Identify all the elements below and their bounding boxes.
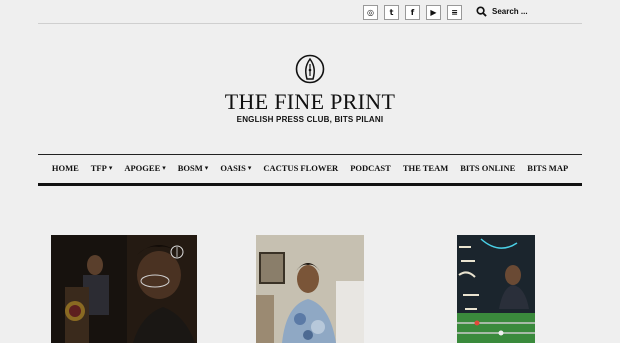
post-thumbnail [457,235,535,343]
nav-item-bits-online[interactable]: BITS ONLINE [460,163,515,173]
site-logo[interactable] [0,54,620,84]
nav-item-cactus-flower[interactable]: CACTUS FLOWER [263,163,338,173]
site-subtitle: ENGLISH PRESS CLUB, BITS PILANI [236,115,384,124]
chevron-down-icon[interactable]: ▾ [109,164,113,172]
nav-item-label: OASIS [220,163,246,173]
nav-item-podcast[interactable]: PODCAST [350,163,391,173]
nav-item-tfp[interactable]: TFP ▾ [91,163,113,173]
search-icon[interactable] [476,6,487,17]
nav-item-bosm[interactable]: BOSM ▾ [178,163,209,173]
nav-item-label: TFP [90,163,107,173]
chevron-down-icon[interactable]: ▾ [162,164,166,172]
featured-post-image[interactable] [256,235,364,343]
featured-post-image[interactable] [457,235,535,343]
main-navigation: HOME TFP ▾ APOGEE ▾ BOSM ▾ OASIS ▾ CACTUS FLOWER P… [38,154,582,186]
social-links: ◎ t f ▶ ≡ [363,5,462,20]
nav-item-label: BITS MAP [527,163,569,173]
nav-item-apogee[interactable]: APOGEE ▾ [124,163,165,173]
twitter-icon[interactable]: t [384,5,399,20]
nav-item-label: PODCAST [350,163,391,173]
nav-item-label: BOSM [177,163,203,173]
top-bar: ◎ t f ▶ ≡ [38,0,582,24]
post-thumbnail [256,235,364,343]
pen-nib-logo-icon [295,54,325,84]
post-thumbnail [51,235,197,343]
facebook-icon[interactable]: f [405,5,420,20]
featured-post-image[interactable] [51,235,197,343]
nav-item-oasis[interactable]: OASIS ▾ [220,163,251,173]
search-input[interactable] [492,7,582,16]
nav-item-the-team[interactable]: THE TEAM [403,163,448,173]
spotify-icon[interactable]: ≡ [447,5,462,20]
nav-item-label: THE TEAM [402,163,449,173]
nav-item-home[interactable]: HOME [52,163,79,173]
nav-item-label: CACTUS FLOWER [263,163,339,173]
nav-item-bits-map[interactable]: BITS MAP [527,163,568,173]
instagram-icon[interactable]: ◎ [363,5,378,20]
nav-item-label: APOGEE [124,163,161,173]
chevron-down-icon[interactable]: ▾ [248,164,252,172]
youtube-icon[interactable]: ▶ [426,5,441,20]
search-box [476,6,582,17]
nav-item-label: BITS ONLINE [460,163,516,173]
nav-item-label: HOME [51,163,79,173]
site-title[interactable]: THE FINE PRINT [0,89,620,115]
chevron-down-icon[interactable]: ▾ [205,164,209,172]
